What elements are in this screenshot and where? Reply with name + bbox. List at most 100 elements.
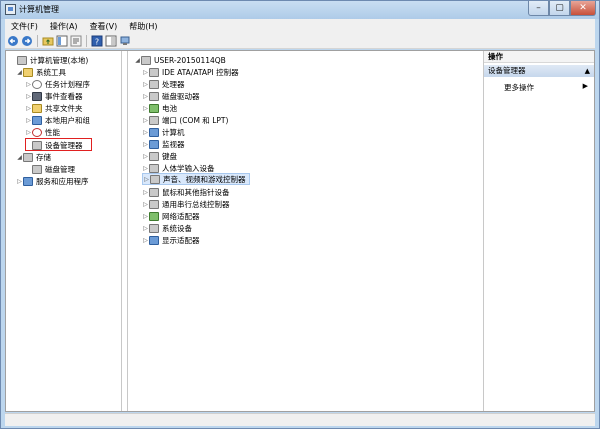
monitor-icon (149, 139, 159, 149)
menu-bar: 文件(F) 操作(A) 查看(V) 帮助(H) (5, 19, 595, 33)
device-category[interactable]: ▷ 网络适配器 (142, 210, 200, 222)
tree-expander[interactable]: ▷ (142, 153, 149, 160)
device-root-label: USER-20150114QB (154, 55, 226, 65)
title-bar[interactable]: 计算机管理 – ▢ ✕ (1, 1, 599, 19)
device-category[interactable]: ▷ 系统设备 (142, 222, 192, 234)
tree-item-label: 服务和应用程序 (36, 176, 89, 186)
keyboard-icon (149, 151, 159, 161)
tree-expander[interactable]: ▷ (142, 69, 149, 76)
menu-action[interactable]: 操作(A) (44, 21, 84, 32)
tree-expander[interactable]: ▷ (25, 117, 32, 124)
tree-expander[interactable]: ▷ (142, 237, 149, 244)
tree-item-label: 存储 (36, 152, 51, 162)
tree-expander[interactable]: ▷ (16, 178, 23, 185)
tree-expander[interactable]: ▷ (142, 117, 149, 124)
tree-expander[interactable]: ▷ (142, 81, 149, 88)
device-category[interactable]: ▷ 处理器 (142, 78, 185, 90)
tree-item-storage[interactable]: ◢ 存储 (16, 151, 51, 163)
actions-section-label: 设备管理器 (488, 66, 526, 75)
tree-expander[interactable]: ▷ (142, 213, 149, 220)
device-category[interactable]: ▷ 监视器 (142, 138, 185, 150)
tree-item-event-viewer[interactable]: ▷ 事件查看器 (25, 90, 83, 102)
tree-item-task-scheduler[interactable]: ▷ 任务计划程序 (25, 78, 90, 90)
device-category-label: 监视器 (162, 139, 185, 149)
tree-expander[interactable]: ▷ (142, 129, 149, 136)
ide-controller-icon (149, 67, 159, 77)
back-arrow-icon[interactable] (7, 35, 19, 47)
actions-header: 操作 (484, 51, 594, 63)
tree-expander[interactable]: ▷ (142, 93, 149, 100)
device-category[interactable]: ▷ 磁盘驱动器 (142, 90, 200, 102)
device-root[interactable]: ◢ USER-20150114QB (134, 54, 226, 66)
view-pane-icon[interactable] (105, 35, 117, 47)
up-folder-icon[interactable] (42, 35, 54, 47)
device-category[interactable]: ▷ IDE ATA/ATAPI 控制器 (142, 66, 239, 78)
tree-item-performance[interactable]: ▷ 性能 (25, 126, 60, 138)
help-icon[interactable]: ? (91, 35, 103, 47)
device-category-label: 键盘 (162, 151, 177, 161)
device-category-label: 系统设备 (162, 223, 192, 233)
tree-item-services-apps[interactable]: ▷ 服务和应用程序 (16, 175, 89, 187)
toolbar-separator (37, 35, 38, 47)
maximize-button[interactable]: ▢ (549, 1, 570, 16)
device-category-label: 网络适配器 (162, 211, 200, 221)
network-icon (149, 211, 159, 221)
forward-arrow-icon[interactable] (21, 35, 33, 47)
tree-expander[interactable]: ▷ (25, 129, 32, 136)
device-category[interactable]: ▷ 端口 (COM 和 LPT) (142, 114, 228, 126)
tree-expander[interactable]: ▷ (143, 176, 150, 183)
tools-icon (23, 67, 33, 77)
tree-expander[interactable]: ▷ (142, 189, 149, 196)
menu-view[interactable]: 查看(V) (84, 21, 124, 32)
device-category-label: 声音、视频和游戏控制器 (163, 174, 246, 184)
properties-icon[interactable] (70, 35, 82, 47)
tree-item-system-tools[interactable]: ◢ 系统工具 (16, 66, 66, 78)
device-category[interactable]: ▷ 电池 (142, 102, 177, 114)
tree-expander[interactable]: ▷ (25, 105, 32, 112)
close-button[interactable]: ✕ (570, 1, 596, 16)
storage-icon (23, 152, 33, 162)
device-category-selected[interactable]: ▷ 声音、视频和游戏控制器 (142, 173, 250, 185)
tree-item-label: 磁盘管理 (45, 164, 75, 174)
tree-expander[interactable]: ▷ (142, 225, 149, 232)
tree-expander[interactable]: ◢ (16, 154, 23, 161)
minimize-button[interactable]: – (528, 1, 549, 16)
device-category[interactable]: ▷ 通用串行总线控制器 (142, 198, 230, 210)
tree-item-shared-folders[interactable]: ▷ 共享文件夹 (25, 102, 83, 114)
disk-icon (32, 164, 42, 174)
more-actions-link[interactable]: 更多操作 (504, 82, 534, 93)
device-tree: ◢ USER-20150114QB ▷ IDE ATA/ATAPI 控制器 ▷ 处理… (127, 51, 484, 411)
port-icon (149, 115, 159, 125)
chevron-right-icon[interactable]: ▶ (583, 82, 588, 90)
tree-expander[interactable]: ◢ (134, 57, 141, 64)
tree-expander[interactable]: ▷ (25, 81, 32, 88)
scan-hardware-icon[interactable] (119, 35, 131, 47)
computer-management-icon (17, 55, 27, 65)
tree-item-local-users[interactable]: ▷ 本地用户和组 (25, 114, 90, 126)
actions-section-device-manager[interactable]: 设备管理器 ▲ (484, 65, 594, 77)
tree-item-computer-management[interactable]: 计算机管理(本地) (10, 54, 88, 66)
tree-expander[interactable]: ▷ (142, 201, 149, 208)
tree-item-label: 共享文件夹 (45, 103, 83, 113)
tree-expander[interactable]: ◢ (16, 69, 23, 76)
hid-icon (149, 163, 159, 173)
device-category[interactable]: ▷ 鼠标和其他指针设备 (142, 186, 230, 198)
tree-item-label: 系统工具 (36, 67, 66, 77)
tree-expander[interactable]: ▷ (142, 141, 149, 148)
device-category[interactable]: ▷ 计算机 (142, 126, 185, 138)
device-category[interactable]: ▷ 键盘 (142, 150, 177, 162)
collapse-up-icon[interactable]: ▲ (585, 65, 590, 77)
menu-help[interactable]: 帮助(H) (123, 21, 163, 32)
tree-expander[interactable]: ▷ (142, 105, 149, 112)
display-adapter-icon (149, 235, 159, 245)
tree-item-disk-management[interactable]: 磁盘管理 (25, 163, 75, 175)
tree-expander[interactable]: ▷ (142, 165, 149, 172)
menu-file[interactable]: 文件(F) (5, 21, 44, 32)
users-icon (32, 115, 42, 125)
device-category-label: IDE ATA/ATAPI 控制器 (162, 67, 239, 77)
toolbar-separator (86, 35, 87, 47)
show-hide-tree-icon[interactable] (56, 35, 68, 47)
services-icon (23, 176, 33, 186)
tree-expander[interactable]: ▷ (25, 93, 32, 100)
device-category[interactable]: ▷ 显示适配器 (142, 234, 200, 246)
